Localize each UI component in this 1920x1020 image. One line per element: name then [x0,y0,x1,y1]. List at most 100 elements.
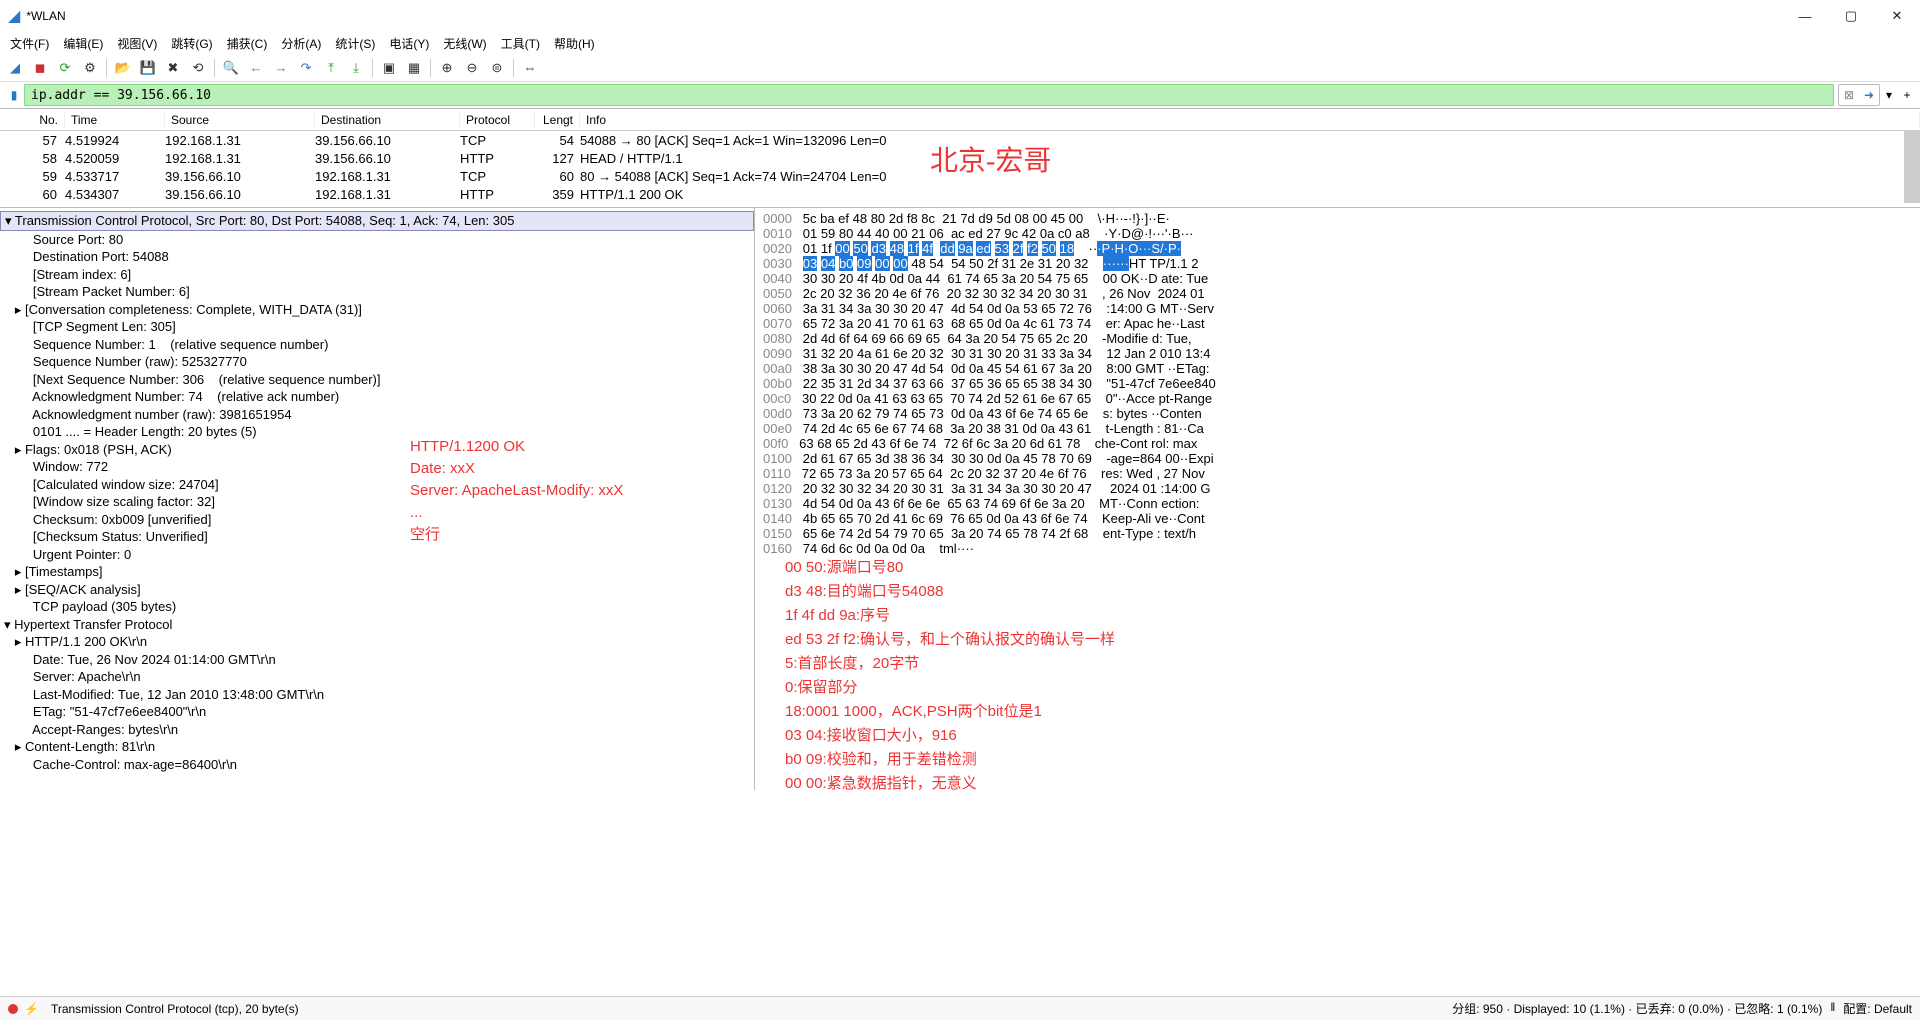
hex-row[interactable]: 0040 30 30 20 4f 4b 0d 0a 44 61 74 65 3a… [763,271,1912,286]
hex-row[interactable]: 0110 72 65 73 3a 20 57 65 64 2c 20 32 37… [763,466,1912,481]
hex-row[interactable]: 0060 3a 31 34 3a 30 30 20 47 4d 54 0d 0a… [763,301,1912,316]
packet-row[interactable]: 574.519924192.168.1.3139.156.66.10TCP545… [0,131,1920,149]
hex-row[interactable]: 0100 2d 61 67 65 3d 38 36 34 30 30 0d 0a… [763,451,1912,466]
expert-info-icon[interactable] [8,1004,18,1014]
packet-bytes-pane[interactable]: 0000 5c ba ef 48 80 2d f8 8c 21 7d d9 5d… [755,208,1920,790]
resize-columns-icon[interactable]: ⇔ [519,57,541,79]
options-icon[interactable]: ⚙ [79,57,101,79]
packet-row[interactable]: 604.53430739.156.66.10192.168.1.31HTTP35… [0,185,1920,203]
status-profile[interactable]: 配置: Default [1843,1000,1912,1017]
detail-line[interactable]: ▸ Flags: 0x018 (PSH, ACK) [0,441,754,459]
detail-line[interactable]: ▸ HTTP/1.1 200 OK\r\n [0,633,754,651]
hex-row[interactable]: 00a0 38 3a 30 30 20 47 4d 54 0d 0a 45 54… [763,361,1912,376]
col-no[interactable]: No. [0,111,65,129]
detail-line[interactable]: ▸ [Conversation completeness: Complete, … [0,301,754,319]
hex-row[interactable]: 00d0 73 3a 20 62 79 74 65 73 0d 0a 43 6f… [763,406,1912,421]
col-dst[interactable]: Destination [315,111,460,129]
hex-row[interactable]: 0140 4b 65 65 70 2d 41 6c 69 76 65 0d 0a… [763,511,1912,526]
detail-line[interactable]: Checksum: 0xb009 [unverified] [0,511,754,529]
menu-item-9[interactable]: 工具(T) [495,33,546,54]
detail-line[interactable]: ▸ Content-Length: 81\r\n [0,738,754,756]
close-button[interactable]: ✕ [1874,0,1920,32]
display-filter-input[interactable]: ip.addr == 39.156.66.10 [24,84,1834,106]
detail-line[interactable]: Sequence Number (raw): 525327770 [0,353,754,371]
hex-row[interactable]: 0120 20 32 30 32 34 20 30 31 3a 31 34 3a… [763,481,1912,496]
menu-item-4[interactable]: 捕获(C) [221,33,274,54]
menu-item-7[interactable]: 电话(Y) [383,33,435,54]
menu-item-5[interactable]: 分析(A) [275,33,327,54]
detail-line[interactable]: Accept-Ranges: bytes\r\n [0,721,754,739]
hex-row[interactable]: 00b0 22 35 31 2d 34 37 63 66 37 65 36 65… [763,376,1912,391]
filter-add-icon[interactable]: + [1898,88,1916,102]
hex-row[interactable]: 0050 2c 20 32 36 20 4e 6f 76 20 32 30 32… [763,286,1912,301]
detail-line[interactable]: ETag: "51-47cf7e6ee8400"\r\n [0,703,754,721]
detail-line[interactable]: [Next Sequence Number: 306 (relative seq… [0,371,754,389]
hex-row[interactable]: 0010 01 59 80 44 40 00 21 06 ac ed 27 9c… [763,226,1912,241]
scrollbar-thumb[interactable] [1904,131,1920,203]
zoom-out-icon[interactable]: ⊖ [461,57,483,79]
detail-line[interactable]: [TCP Segment Len: 305] [0,318,754,336]
menu-item-10[interactable]: 帮助(H) [548,33,601,54]
filter-dropdown-icon[interactable]: ▾ [1880,88,1898,102]
stop-capture-icon[interactable]: ◼ [29,57,51,79]
zoom-in-icon[interactable]: ⊕ [436,57,458,79]
detail-line[interactable]: Cache-Control: max-age=86400\r\n [0,756,754,774]
hex-row[interactable]: 0080 2d 4d 6f 64 69 66 69 65 64 3a 20 54… [763,331,1912,346]
hex-row[interactable]: 0030 03 04 b0 09 00 00 48 54 54 50 2f 31… [763,256,1912,271]
menu-item-2[interactable]: 视图(V) [111,33,163,54]
close-file-icon[interactable]: ✖ [162,57,184,79]
restart-capture-icon[interactable]: ⟳ [54,57,76,79]
detail-line[interactable]: Acknowledgment Number: 74 (relative ack … [0,388,754,406]
save-icon[interactable]: 💾 [137,57,159,79]
capture-icon[interactable]: ⚡ [24,1002,39,1016]
col-time[interactable]: Time [65,111,165,129]
detail-line[interactable]: Destination Port: 54088 [0,248,754,266]
col-info[interactable]: Info [580,111,1920,129]
find-icon[interactable]: 🔍 [220,57,242,79]
detail-line[interactable]: ▾ Transmission Control Protocol, Src Por… [0,211,754,231]
zoom-reset-icon[interactable]: ⊜ [486,57,508,79]
menu-item-8[interactable]: 无线(W) [437,33,492,54]
menu-item-6[interactable]: 统计(S) [329,33,381,54]
detail-line[interactable]: [Stream Packet Number: 6] [0,283,754,301]
packet-details-pane[interactable]: ▾ Transmission Control Protocol, Src Por… [0,208,755,790]
forward-icon[interactable]: → [270,57,292,79]
menu-item-1[interactable]: 编辑(E) [57,33,109,54]
colorize-icon[interactable]: ▦ [403,57,425,79]
packet-row[interactable]: 594.53371739.156.66.10192.168.1.31TCP608… [0,167,1920,185]
detail-line[interactable]: Source Port: 80 [0,231,754,249]
detail-line[interactable]: Server: Apache\r\n [0,668,754,686]
jump-icon[interactable]: ↷ [295,57,317,79]
back-icon[interactable]: ← [245,57,267,79]
detail-line[interactable]: [Calculated window size: 24704] [0,476,754,494]
minimize-button[interactable]: — [1782,0,1828,32]
detail-line[interactable]: [Window size scaling factor: 32] [0,493,754,511]
open-icon[interactable]: 📂 [112,57,134,79]
detail-line[interactable]: ▾ Hypertext Transfer Protocol [0,616,754,634]
filter-clear-icon[interactable]: ⊠ [1840,86,1858,104]
hex-row[interactable]: 0020 01 1f 00 50 d3 48 1f 4f dd 9a ed 53… [763,241,1912,256]
maximize-button[interactable]: ▢ [1828,0,1874,32]
detail-line[interactable]: Date: Tue, 26 Nov 2024 01:14:00 GMT\r\n [0,651,754,669]
detail-line[interactable]: TCP payload (305 bytes) [0,598,754,616]
menu-item-0[interactable]: 文件(F) [4,33,55,54]
detail-line[interactable]: Acknowledgment number (raw): 3981651954 [0,406,754,424]
hex-row[interactable]: 0000 5c ba ef 48 80 2d f8 8c 21 7d d9 5d… [763,211,1912,226]
filter-apply-icon[interactable]: ➜ [1860,86,1878,104]
detail-line[interactable]: Last-Modified: Tue, 12 Jan 2010 13:48:00… [0,686,754,704]
col-src[interactable]: Source [165,111,315,129]
detail-line[interactable]: Window: 772 [0,458,754,476]
col-len[interactable]: Lengt [535,111,580,129]
packet-row[interactable]: 584.520059192.168.1.3139.156.66.10HTTP12… [0,149,1920,167]
hex-row[interactable]: 00e0 74 2d 4c 65 6e 67 74 68 3a 20 38 31… [763,421,1912,436]
detail-line[interactable]: Sequence Number: 1 (relative sequence nu… [0,336,754,354]
detail-line[interactable]: [Checksum Status: Unverified] [0,528,754,546]
reload-icon[interactable]: ⟲ [187,57,209,79]
detail-line[interactable]: 0101 .... = Header Length: 20 bytes (5) [0,423,754,441]
detail-line[interactable]: ▸ [SEQ/ACK analysis] [0,581,754,599]
autoscroll-icon[interactable]: ▣ [378,57,400,79]
hex-row[interactable]: 00f0 63 68 65 2d 43 6f 6e 74 72 6f 6c 3a… [763,436,1912,451]
menu-item-3[interactable]: 跳转(G) [165,33,218,54]
detail-line[interactable]: [Stream index: 6] [0,266,754,284]
hex-row[interactable]: 0130 4d 54 0d 0a 43 6f 6e 6e 65 63 74 69… [763,496,1912,511]
